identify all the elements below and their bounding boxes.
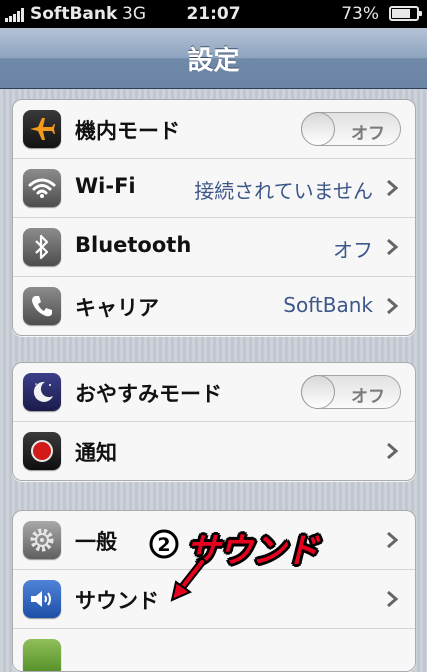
chevron-right-icon <box>387 442 399 460</box>
carrier-label: キャリア <box>75 296 159 320</box>
do-not-disturb-toggle[interactable]: オフ <box>301 375 401 409</box>
airplane-mode-label: 機内モード <box>75 119 180 143</box>
gear-icon <box>23 521 61 559</box>
speaker-icon <box>23 580 61 618</box>
wifi-row[interactable]: Wi-Fi 接続されていません <box>13 158 415 217</box>
arrow-icon <box>170 558 206 602</box>
notification-icon <box>23 432 61 470</box>
airplane-mode-row: 機内モード オフ <box>13 100 415 158</box>
chevron-right-icon <box>387 179 399 197</box>
sounds-row[interactable]: サウンド <box>13 569 415 628</box>
toggle-state-label: オフ <box>351 387 385 407</box>
carrier-value: SoftBank <box>283 293 373 317</box>
settings-group-notifications: おやすみモード オフ 通知 <box>12 362 416 481</box>
toggle-knob <box>301 375 335 409</box>
bluetooth-icon <box>23 228 61 266</box>
bluetooth-status: オフ <box>333 238 373 262</box>
bluetooth-row[interactable]: Bluetooth オフ <box>13 217 415 276</box>
sounds-label: サウンド <box>75 589 159 613</box>
toggle-state-label: オフ <box>351 124 385 144</box>
wifi-status: 接続されていません <box>194 179 373 203</box>
chevron-right-icon <box>387 238 399 256</box>
app-icon <box>23 639 61 671</box>
toggle-knob <box>301 112 335 146</box>
general-label: 一般 <box>75 530 117 554</box>
airplane-icon <box>23 110 61 148</box>
notifications-label: 通知 <box>75 441 117 465</box>
status-bar: SoftBank 3G 21:07 73% <box>0 0 427 28</box>
phone-icon <box>23 287 61 325</box>
do-not-disturb-label: おやすみモード <box>75 382 222 406</box>
bluetooth-label: Bluetooth <box>75 233 192 257</box>
notifications-row[interactable]: 通知 <box>13 421 415 480</box>
airplane-mode-toggle[interactable]: オフ <box>301 112 401 146</box>
chevron-right-icon <box>387 590 399 608</box>
next-row-partial[interactable] <box>13 628 415 671</box>
battery-percent: 73% <box>341 4 379 24</box>
battery-icon <box>389 6 422 21</box>
carrier-row[interactable]: キャリア SoftBank <box>13 276 415 335</box>
settings-group-connectivity: 機内モード オフ Wi-Fi 接続されていません Bluetooth オフ キャ… <box>12 99 416 336</box>
step-number: 2 <box>157 534 170 556</box>
chevron-right-icon <box>387 297 399 315</box>
navigation-bar: 設定 <box>0 28 427 89</box>
page-title: 設定 <box>187 46 240 76</box>
wifi-label: Wi-Fi <box>75 174 136 198</box>
chevron-right-icon <box>387 531 399 549</box>
moon-icon <box>23 373 61 411</box>
wifi-icon <box>23 169 61 207</box>
do-not-disturb-row: おやすみモード オフ <box>13 363 415 421</box>
step-number-badge: 2 <box>149 529 179 559</box>
